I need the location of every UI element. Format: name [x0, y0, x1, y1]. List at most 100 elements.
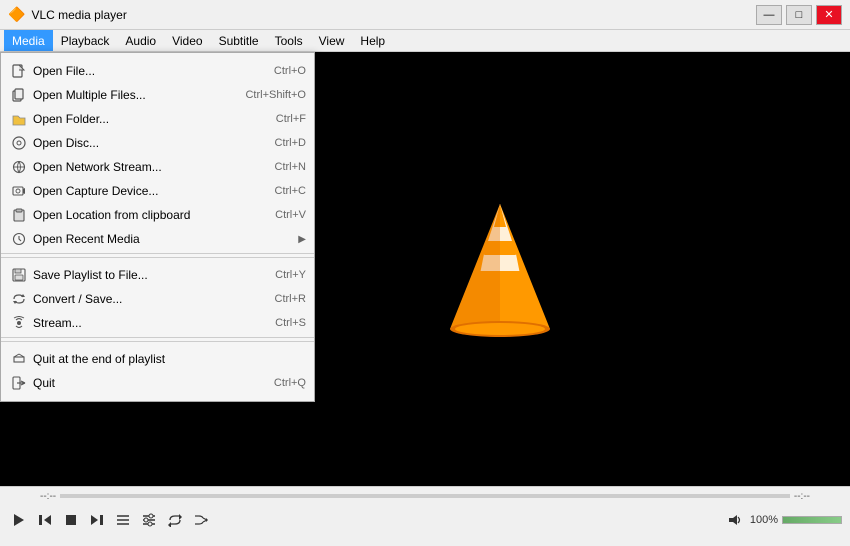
menu-help[interactable]: Help: [352, 30, 393, 51]
minimize-button[interactable]: —: [756, 5, 782, 25]
quit-label: Quit: [33, 376, 274, 390]
open-clipboard-icon: [9, 205, 29, 225]
open-capture-label: Open Capture Device...: [33, 184, 275, 198]
next-button[interactable]: [86, 509, 108, 531]
open-folder-item[interactable]: Open Folder... Ctrl+F: [1, 107, 314, 131]
menu-video[interactable]: Video: [164, 30, 210, 51]
menu-media[interactable]: Media: [4, 30, 53, 51]
seek-bar[interactable]: [60, 494, 790, 498]
open-network-shortcut: Ctrl+N: [275, 161, 306, 173]
save-playlist-label: Save Playlist to File...: [33, 268, 275, 282]
quit-end-icon: [9, 349, 29, 369]
menu-tools[interactable]: Tools: [267, 30, 311, 51]
convert-item[interactable]: Convert / Save... Ctrl+R: [1, 287, 314, 311]
app-icon: 🔶: [8, 6, 25, 23]
open-clipboard-shortcut: Ctrl+V: [275, 209, 306, 221]
open-multiple-item[interactable]: Open Multiple Files... Ctrl+Shift+O: [1, 83, 314, 107]
title-bar: 🔶 VLC media player — □ ✕: [0, 0, 850, 30]
open-network-item[interactable]: Open Network Stream... Ctrl+N: [1, 155, 314, 179]
submenu-arrow-icon: ▶: [298, 234, 306, 245]
media-dropdown: Open File... Ctrl+O Open Multiple Files.…: [0, 52, 315, 402]
quit-icon: [9, 373, 29, 393]
open-recent-icon: [9, 229, 29, 249]
open-network-icon: [9, 157, 29, 177]
open-disc-shortcut: Ctrl+D: [275, 137, 306, 149]
maximize-button[interactable]: □: [786, 5, 812, 25]
quit-section: Quit at the end of playlist Quit Ctrl+Q: [1, 345, 314, 397]
open-file-shortcut: Ctrl+O: [274, 65, 306, 77]
stop-icon: [66, 515, 76, 525]
open-disc-icon: [9, 133, 29, 153]
time-total: --:--: [794, 491, 810, 502]
random-icon: [194, 513, 208, 527]
menu-audio[interactable]: Audio: [117, 30, 164, 51]
play-icon: [14, 514, 24, 526]
app-title: VLC media player: [31, 8, 756, 22]
menu-bar: Media Playback Audio Video Subtitle Tool…: [0, 30, 850, 52]
menu-subtitle[interactable]: Subtitle: [211, 30, 267, 51]
stream-icon: [9, 313, 29, 333]
playback-controls-row: 100%: [0, 505, 850, 535]
open-recent-label: Open Recent Media: [33, 232, 294, 246]
volume-controls: 100%: [724, 509, 842, 531]
open-section: Open File... Ctrl+O Open Multiple Files.…: [1, 57, 314, 254]
bottom-controls: --:-- --:--: [0, 486, 850, 546]
open-file-label: Open File...: [33, 64, 274, 78]
random-button[interactable]: [190, 509, 212, 531]
save-section: Save Playlist to File... Ctrl+Y Convert …: [1, 261, 314, 338]
loop-button[interactable]: [164, 509, 186, 531]
open-capture-icon: [9, 181, 29, 201]
menu-view[interactable]: View: [311, 30, 353, 51]
volume-fill: [783, 517, 841, 523]
open-folder-shortcut: Ctrl+F: [276, 113, 306, 125]
volume-bar[interactable]: [782, 516, 842, 524]
extended-settings-icon: [142, 513, 156, 527]
stop-button[interactable]: [60, 509, 82, 531]
save-playlist-icon: [9, 265, 29, 285]
open-capture-shortcut: Ctrl+C: [275, 185, 306, 197]
convert-shortcut: Ctrl+R: [275, 293, 306, 305]
open-multiple-icon: [9, 85, 29, 105]
quit-end-item[interactable]: Quit at the end of playlist: [1, 347, 314, 371]
playlist-icon: [116, 513, 130, 527]
open-capture-item[interactable]: Open Capture Device... Ctrl+C: [1, 179, 314, 203]
quit-shortcut: Ctrl+Q: [274, 377, 306, 389]
open-clipboard-label: Open Location from clipboard: [33, 208, 275, 222]
convert-icon: [9, 289, 29, 309]
time-elapsed: --:--: [40, 491, 56, 502]
loop-icon: [168, 513, 182, 527]
stream-shortcut: Ctrl+S: [275, 317, 306, 329]
volume-icon-button[interactable]: [724, 509, 746, 531]
playlist-button[interactable]: [112, 509, 134, 531]
open-multiple-label: Open Multiple Files...: [33, 88, 245, 102]
open-disc-item[interactable]: Open Disc... Ctrl+D: [1, 131, 314, 155]
separator-2: [1, 341, 314, 342]
open-recent-item[interactable]: Open Recent Media ▶: [1, 227, 314, 251]
menu-playback[interactable]: Playback: [53, 30, 118, 51]
close-button[interactable]: ✕: [816, 5, 842, 25]
vlc-cone-svg: [440, 199, 560, 339]
convert-label: Convert / Save...: [33, 292, 275, 306]
open-folder-label: Open Folder...: [33, 112, 276, 126]
next-icon: [90, 513, 104, 527]
open-folder-icon: [9, 109, 29, 129]
open-network-label: Open Network Stream...: [33, 160, 275, 174]
open-file-icon: [9, 61, 29, 81]
open-clipboard-item[interactable]: Open Location from clipboard Ctrl+V: [1, 203, 314, 227]
save-playlist-item[interactable]: Save Playlist to File... Ctrl+Y: [1, 263, 314, 287]
prev-button[interactable]: [34, 509, 56, 531]
play-button[interactable]: [8, 509, 30, 531]
open-multiple-shortcut: Ctrl+Shift+O: [245, 89, 306, 101]
open-file-item[interactable]: Open File... Ctrl+O: [1, 59, 314, 83]
volume-label: 100%: [750, 514, 778, 526]
quit-item[interactable]: Quit Ctrl+Q: [1, 371, 314, 395]
quit-end-label: Quit at the end of playlist: [33, 352, 306, 366]
open-disc-label: Open Disc...: [33, 136, 275, 150]
stream-label: Stream...: [33, 316, 275, 330]
window-controls: — □ ✕: [756, 5, 842, 25]
extended-settings-button[interactable]: [138, 509, 160, 531]
stream-item[interactable]: Stream... Ctrl+S: [1, 311, 314, 335]
volume-icon: [728, 513, 742, 527]
separator-1: [1, 257, 314, 258]
prev-icon: [38, 513, 52, 527]
